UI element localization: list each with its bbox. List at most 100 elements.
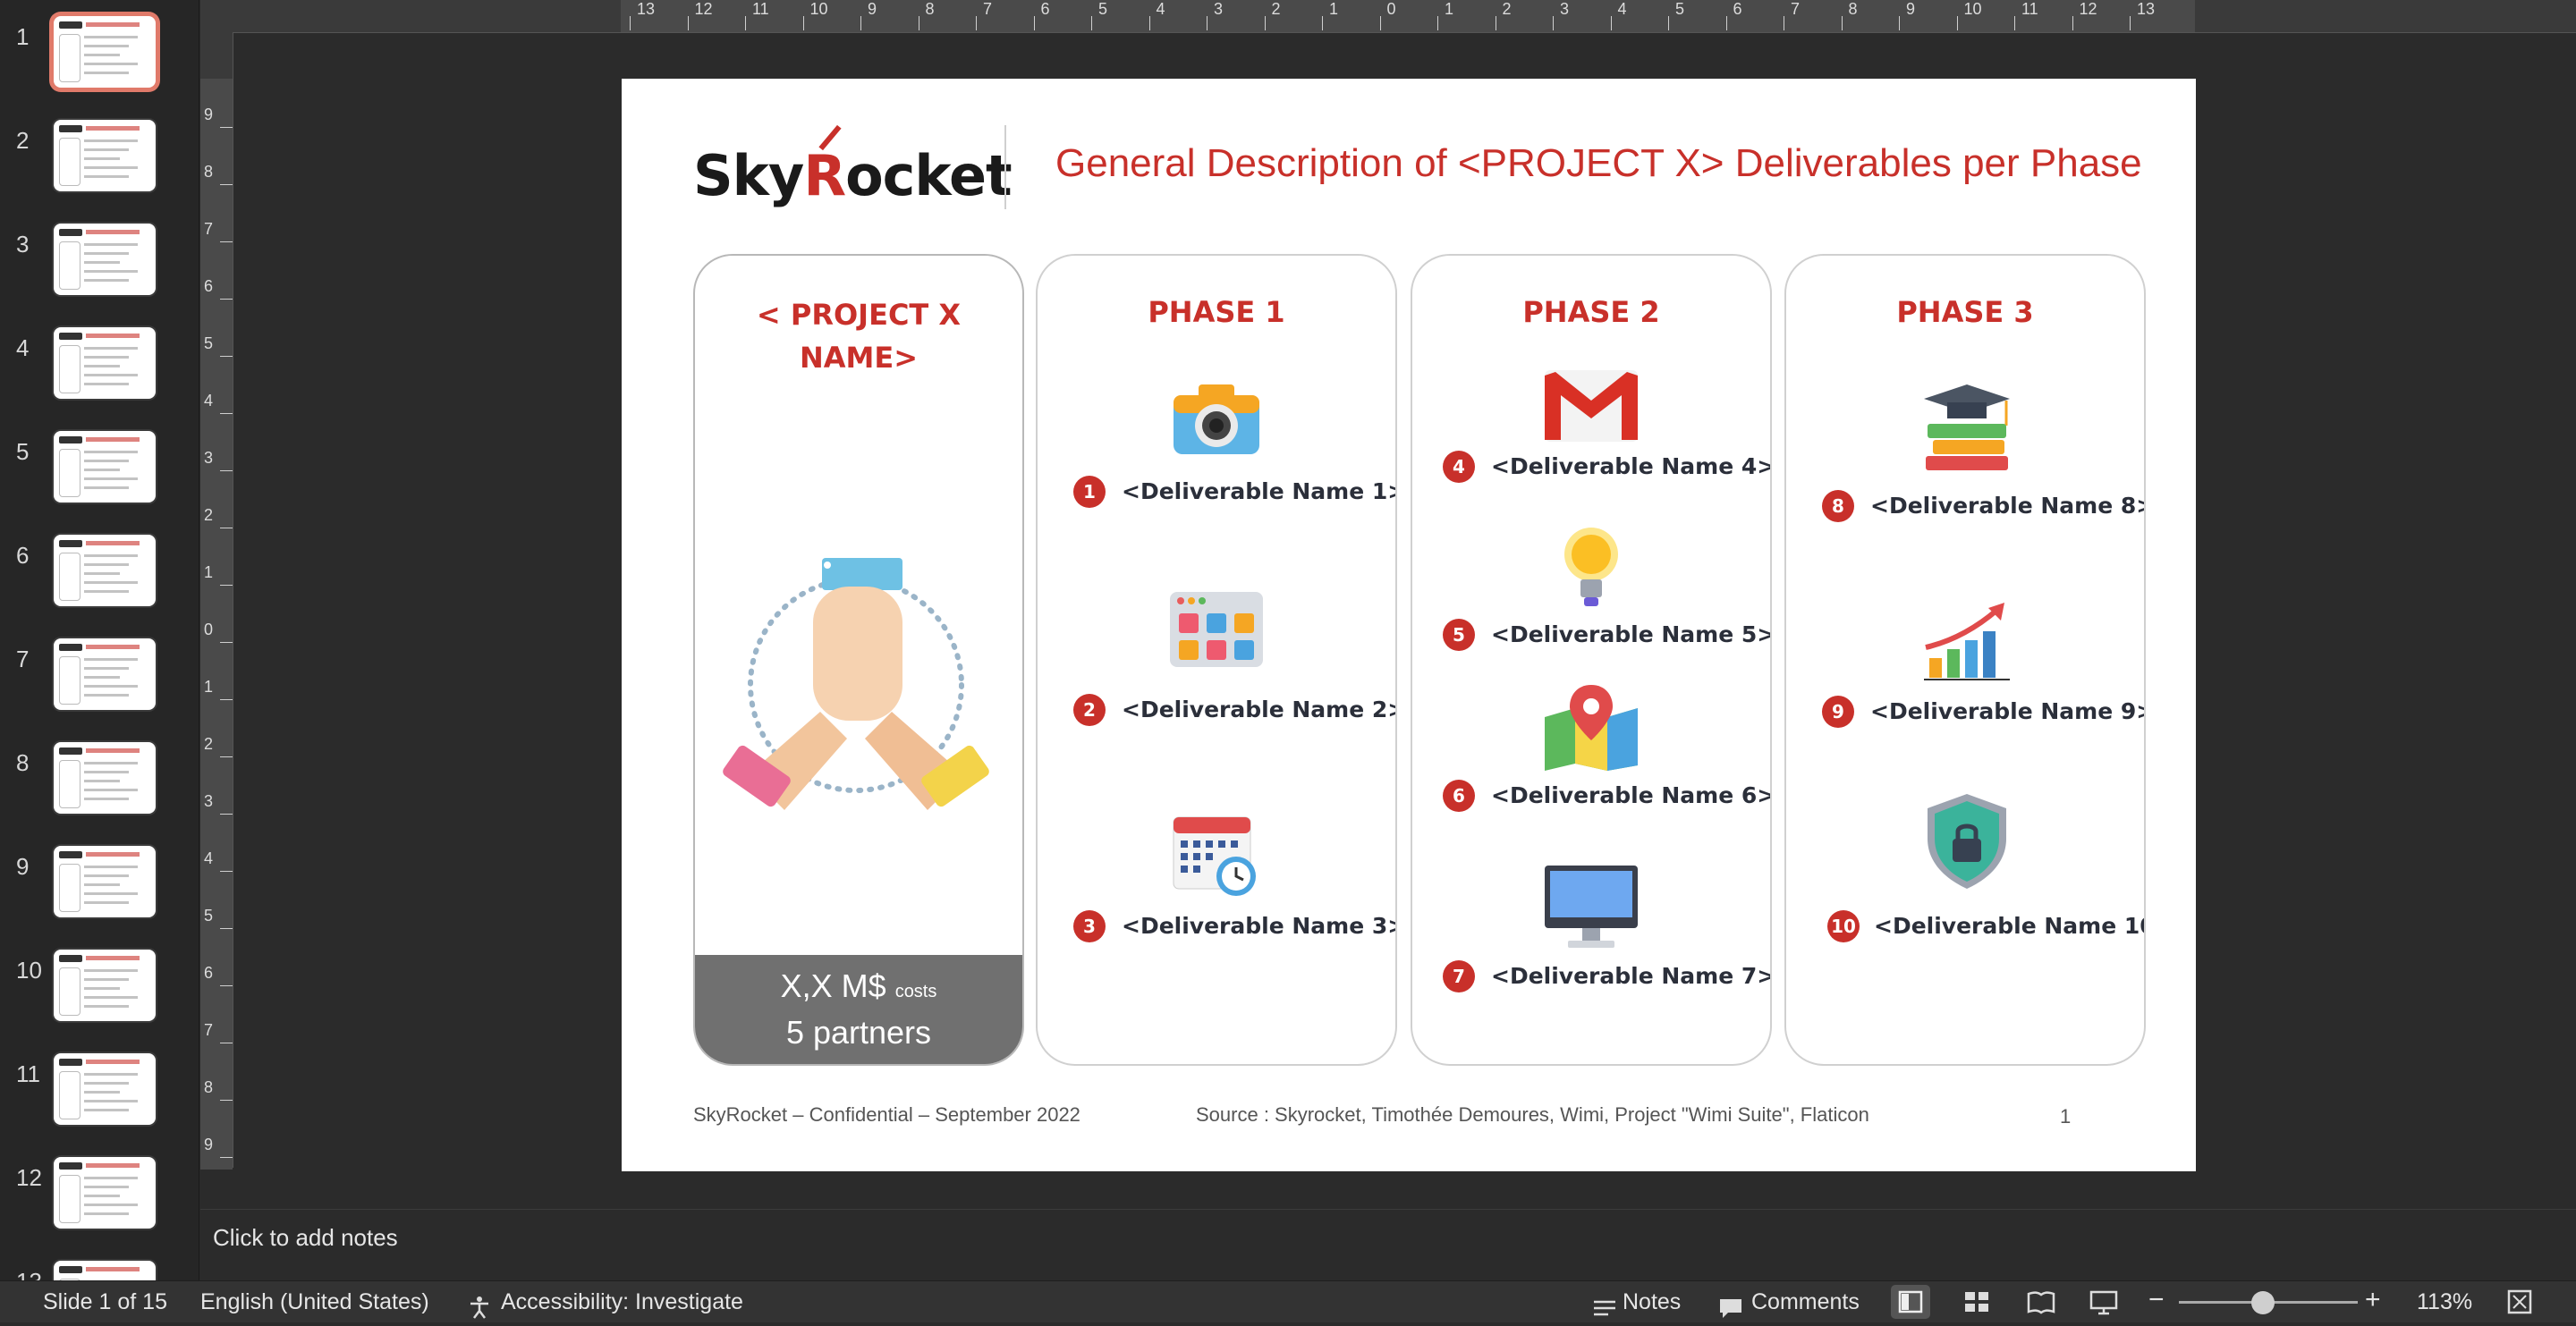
notes-pane[interactable]: Click to add notes xyxy=(200,1209,2576,1281)
ruler-tick xyxy=(1379,16,1381,30)
zoom-slider-handle[interactable] xyxy=(2251,1291,2275,1314)
ruler-label: 4 xyxy=(204,849,214,867)
calendar-clock-icon xyxy=(1173,816,1256,896)
ruler-tick xyxy=(220,699,233,700)
ruler-label: 12 xyxy=(2079,0,2097,18)
camera-icon xyxy=(1174,384,1259,454)
accessibility-button[interactable]: Accessibility: Investigate xyxy=(501,1289,743,1315)
slide-thumbnail-preview xyxy=(54,1053,156,1125)
zoom-out-icon[interactable]: − xyxy=(2148,1285,2165,1315)
deliverable-item[interactable]: 3 <Deliverable Name 3> xyxy=(1038,910,1395,946)
deliverable-item[interactable]: 7 <Deliverable Name 7> xyxy=(1412,960,1770,996)
slide-thumbnail[interactable]: 7 xyxy=(0,638,199,742)
slide-thumbnail-number: 2 xyxy=(16,127,30,154)
slide-thumbnail[interactable]: 10 xyxy=(0,950,199,1053)
ruler-label: 5 xyxy=(1675,0,1685,18)
ruler-tick xyxy=(1956,16,1958,30)
ruler-tick xyxy=(976,16,977,30)
slide-thumbnail[interactable]: 11 xyxy=(0,1053,199,1157)
deliverable-number: 1 xyxy=(1073,476,1106,508)
ruler-tick xyxy=(1725,16,1727,30)
ruler-label: 6 xyxy=(1733,0,1742,18)
ruler-tick xyxy=(1841,16,1843,30)
notes-placeholder: Click to add notes xyxy=(213,1224,398,1251)
deliverable-number: 8 xyxy=(1822,490,1854,522)
ruler-tick xyxy=(1207,16,1208,30)
phase-1-card[interactable]: PHASE 1 1 <Deliverable Name 1> 2 <Delive… xyxy=(1036,254,1397,1066)
zoom-level[interactable]: 113% xyxy=(2417,1289,2472,1315)
ruler-tick xyxy=(220,184,233,185)
ruler-label: 2 xyxy=(204,506,214,524)
comments-button[interactable]: Comments xyxy=(1751,1289,1860,1315)
deliverable-label: <Deliverable Name 1> xyxy=(1122,478,1397,504)
deliverable-item[interactable]: 5 <Deliverable Name 5> xyxy=(1412,619,1770,655)
slide-thumbnail-preview xyxy=(54,1157,156,1229)
notes-icon[interactable] xyxy=(1592,1292,1617,1326)
ruler-tick xyxy=(220,928,233,929)
vertical-ruler: 9 8 7 6 5 4 3 2 1 0 1 2 3 4 5 6 7 8 9 xyxy=(200,32,233,1170)
ruler-label: 4 xyxy=(204,392,214,410)
ruler-label: 9 xyxy=(868,0,877,18)
app-grid-icon xyxy=(1170,592,1263,667)
ruler-label: 7 xyxy=(1791,0,1801,18)
slide-canvas[interactable]: SkyRocket General Description of <PROJEC… xyxy=(622,79,2196,1171)
ruler-label: 6 xyxy=(204,277,214,295)
ruler-label: 2 xyxy=(204,735,214,753)
slide-thumbnail-preview xyxy=(54,16,156,88)
deliverable-item[interactable]: 2 <Deliverable Name 2> xyxy=(1038,694,1395,730)
deliverable-label: <Deliverable Name 9> xyxy=(1870,698,2146,724)
footer-source: Source : Skyrocket, Timothée Demoures, W… xyxy=(1196,1103,1869,1126)
slide-thumbnail-preview xyxy=(54,120,156,191)
notes-button[interactable]: Notes xyxy=(1623,1289,1681,1315)
ruler-tick xyxy=(220,756,233,757)
deliverable-item[interactable]: 8 <Deliverable Name 8> xyxy=(1786,490,2144,526)
deliverable-number: 7 xyxy=(1443,960,1475,992)
slide-thumbnail[interactable]: 2 xyxy=(0,120,199,224)
deliverable-item[interactable]: 1 <Deliverable Name 1> xyxy=(1038,476,1395,511)
ruler-label: 9 xyxy=(204,1136,214,1153)
deliverable-item[interactable]: 6 <Deliverable Name 6> xyxy=(1412,780,1770,815)
slide-thumbnail-number: 12 xyxy=(16,1164,42,1191)
ruler-tick xyxy=(220,413,233,414)
accessibility-icon[interactable] xyxy=(467,1290,492,1324)
slide-thumbnail[interactable]: 12 xyxy=(0,1157,199,1261)
slide-counter: Slide 1 of 15 xyxy=(43,1289,167,1314)
reading-view-icon[interactable] xyxy=(2025,1285,2057,1319)
slide-thumbnail-preview xyxy=(54,431,156,503)
ruler-tick xyxy=(745,16,746,30)
slide-thumbnail[interactable]: 6 xyxy=(0,535,199,638)
lightbulb-icon xyxy=(1564,528,1618,606)
deliverable-label: <Deliverable Name 6> xyxy=(1491,782,1772,808)
slide-thumbnail[interactable]: 3 xyxy=(0,224,199,327)
fit-to-window-icon[interactable] xyxy=(2504,1285,2535,1319)
normal-view-button[interactable] xyxy=(1891,1285,1930,1319)
slide-thumbnail[interactable]: 8 xyxy=(0,742,199,846)
slide-thumbnail-number: 13 xyxy=(16,1268,43,1280)
ruler-label: 3 xyxy=(1560,0,1570,18)
project-card[interactable]: < PROJECT X NAME> X,X M$ costs 5 partner… xyxy=(693,254,1024,1066)
phase-3-card[interactable]: PHASE 3 8 <Deliverable Name 8> 9 <Delive… xyxy=(1784,254,2146,1066)
comments-icon[interactable] xyxy=(1717,1291,1744,1325)
slide-thumbnails-panel: 12345678910111213 xyxy=(0,0,199,1280)
slide-thumbnail[interactable]: 5 xyxy=(0,431,199,535)
ruler-label: 5 xyxy=(204,907,214,925)
ruler-tick xyxy=(220,1157,233,1158)
slide-thumbnail[interactable]: 9 xyxy=(0,846,199,950)
slide-thumbnail-number: 1 xyxy=(16,23,30,50)
ruler-label: 5 xyxy=(204,334,214,352)
slide-thumbnail-number: 11 xyxy=(16,1060,40,1087)
zoom-in-icon[interactable]: + xyxy=(2365,1285,2381,1315)
deliverable-item[interactable]: 9 <Deliverable Name 9> xyxy=(1786,696,2144,731)
slide-thumbnail[interactable]: 1 xyxy=(0,16,199,120)
slideshow-icon[interactable] xyxy=(2088,1285,2120,1319)
deliverable-item[interactable]: 4 <Deliverable Name 4> xyxy=(1412,451,1770,486)
language-button[interactable]: English (United States) xyxy=(200,1289,429,1315)
slide-thumbnail[interactable]: 13 xyxy=(0,1261,199,1280)
horizontal-ruler: 13 12 11 10 9 8 7 6 5 4 3 2 1 0 1 2 3 4 5 6 7 8 9 10 11 12 13 xyxy=(200,0,2576,33)
slide-sorter-icon[interactable] xyxy=(1961,1285,1993,1319)
ruler-label: 7 xyxy=(983,0,993,18)
phase-2-card[interactable]: PHASE 2 4 <Deliverable Name 4> 5 <Delive… xyxy=(1411,254,1772,1066)
slide-thumbnail[interactable]: 4 xyxy=(0,327,199,431)
slide-title[interactable]: General Description of <PROJECT X> Deliv… xyxy=(1055,141,2142,186)
deliverable-item[interactable]: 10 <Deliverable Name 10> xyxy=(1786,910,2144,946)
